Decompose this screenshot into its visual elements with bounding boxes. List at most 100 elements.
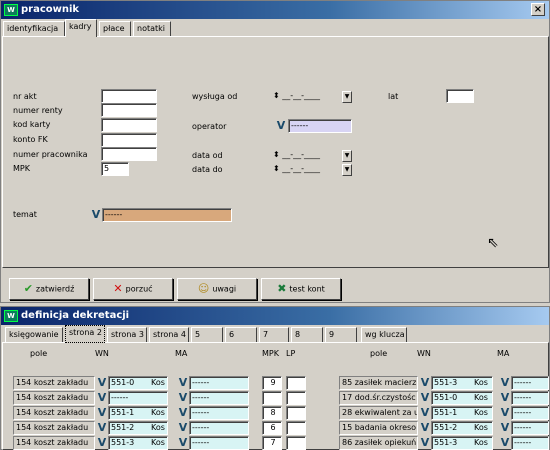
wn-account-input[interactable]: ------ [108,391,168,405]
pole-field[interactable]: 17 dod.śr.czystośc [339,391,418,405]
data-od-date[interactable]: ⬍ __-__-____ [273,149,337,162]
porzuc-button[interactable]: ✕ porzuć [93,278,173,300]
wn-check-icon[interactable]: V [96,421,108,435]
wn-check-icon[interactable]: V [419,436,431,450]
tab-strona-2[interactable]: strona 2 [65,325,105,343]
tab-5[interactable]: 5 [191,327,223,342]
ma-account-input[interactable]: ------ [511,421,549,435]
ma-check-icon[interactable]: V [499,421,511,435]
tab-notatki[interactable]: notatki [133,21,171,36]
ma-account-input[interactable]: ------ [189,436,249,450]
tab-place[interactable]: płace [99,21,131,36]
pole-field[interactable]: 28 ekwiwalent za u [339,406,418,420]
wn-check-icon[interactable]: V [419,406,431,420]
wn-account-input[interactable]: 551-0 Kos [108,376,168,390]
dekretacja-titlebar[interactable]: W definicja dekretacji [1,307,549,325]
wn-check-icon[interactable]: V [419,376,431,390]
kod-karty-input[interactable] [101,118,157,132]
lp-input[interactable] [286,436,306,450]
pole-field[interactable]: 154 koszt zakładu [13,376,95,390]
data-od-dropdown-button[interactable]: ▼ [342,150,352,162]
pole-field[interactable]: 15 badania okreso [339,421,418,435]
pole-field[interactable]: 154 koszt zakładu [13,391,95,405]
wn-account-input[interactable]: 551-1 Kos [431,406,493,420]
lp-input[interactable] [286,376,306,390]
tab-identyfikacja[interactable]: identyfikacja [3,21,65,36]
wn-account-input[interactable]: 551-3 Kos [431,376,493,390]
wn-check-icon[interactable]: V [419,421,431,435]
mpk-input[interactable]: 9 [262,376,282,390]
lat-input[interactable] [446,89,474,103]
tab-6[interactable]: 6 [225,327,257,342]
ma-account-input[interactable]: ------ [189,421,249,435]
tab-9[interactable]: 9 [325,327,357,342]
ma-check-icon[interactable]: V [177,436,189,450]
tab-strona-3[interactable]: strona 3 [107,327,147,342]
wn-check-icon[interactable]: V [96,391,108,405]
ma-account-input[interactable]: ------ [511,376,549,390]
pole-field[interactable]: 86 zasiłek opiekuń [339,436,418,450]
ma-account-input[interactable]: ------ [511,406,549,420]
lp-input[interactable] [286,406,306,420]
zatwierdz-button[interactable]: ✔ zatwierdź [9,278,89,300]
ma-check-icon[interactable]: V [177,376,189,390]
ma-check-icon[interactable]: V [499,436,511,450]
ma-check-icon[interactable]: V [499,376,511,390]
test-kont-button[interactable]: ✖ test kont [261,278,341,300]
mpk-input[interactable]: 7 [262,436,282,450]
ma-check-icon[interactable]: V [177,406,189,420]
tab-7[interactable]: 7 [259,327,289,342]
ma-account-input[interactable]: ------ [511,391,549,405]
ma-account-input[interactable]: ------ [189,376,249,390]
wn-account-input[interactable]: 551-3 Kos [108,436,168,450]
spin-icon[interactable]: ⬍ [273,91,280,100]
ma-account-input[interactable]: ------ [511,436,549,450]
wn-account-input[interactable]: 551-3 Kos [431,436,493,450]
close-button[interactable]: × [531,3,545,16]
wn-check-icon[interactable]: V [96,406,108,420]
wysluga-dropdown-button[interactable]: ▼ [342,91,352,103]
tab-kadry[interactable]: kadry [65,19,97,37]
uwagi-button[interactable]: ☺ uwagi [177,278,257,300]
data-do-dropdown-button[interactable]: ▼ [342,164,352,176]
pole-field[interactable]: 85 zasiłek macierz [339,376,418,390]
wn-account-input[interactable]: 551-1 Kos [108,406,168,420]
operator-check-icon[interactable]: V [275,119,287,133]
pole-field[interactable]: 154 koszt zakładu [13,406,95,420]
spin-icon[interactable]: ⬍ [273,150,280,159]
ma-check-icon[interactable]: V [177,391,189,405]
temat-check-icon[interactable]: V [90,208,102,222]
pole-field[interactable]: 154 koszt zakładu [13,436,95,450]
ma-check-icon[interactable]: V [499,391,511,405]
pole-field[interactable]: 154 koszt zakładu [13,421,95,435]
numer-renty-input[interactable] [101,103,157,117]
ma-account-input[interactable]: ------ [189,391,249,405]
mpk-input[interactable]: 5 [101,162,129,176]
wysluga-od-date[interactable]: ⬍ __-__-____ [273,90,337,103]
pracownik-titlebar[interactable]: W pracownik × [1,1,549,19]
wn-account-input[interactable]: 551-2 Kos [431,421,493,435]
mpk-input[interactable] [262,391,282,405]
ma-account-input[interactable]: ------ [189,406,249,420]
mpk-input[interactable]: 8 [262,406,282,420]
tab-strona-4[interactable]: strona 4 [149,327,189,342]
operator-input[interactable]: ------ [288,119,352,133]
ma-check-icon[interactable]: V [499,406,511,420]
wn-account-input[interactable]: 551-0 Kos [431,391,493,405]
nr-akt-input[interactable] [101,89,157,103]
mpk-input[interactable]: 6 [262,421,282,435]
lp-input[interactable] [286,421,306,435]
temat-input[interactable]: ------ [102,208,232,222]
spin-icon[interactable]: ⬍ [273,164,280,173]
wn-account-input[interactable]: 551-2 Kos [108,421,168,435]
konto-fk-input[interactable] [101,133,157,147]
wn-check-icon[interactable]: V [96,376,108,390]
lp-input[interactable] [286,391,306,405]
tab-wg-klucza[interactable]: wg klucza [361,327,407,342]
tab-8[interactable]: 8 [291,327,323,342]
data-do-date[interactable]: ⬍ __-__-____ [273,163,337,176]
wn-check-icon[interactable]: V [96,436,108,450]
tab-ksiegowanie[interactable]: księgowanie [5,327,63,342]
ma-check-icon[interactable]: V [177,421,189,435]
numer-pracownika-input[interactable] [101,147,157,161]
